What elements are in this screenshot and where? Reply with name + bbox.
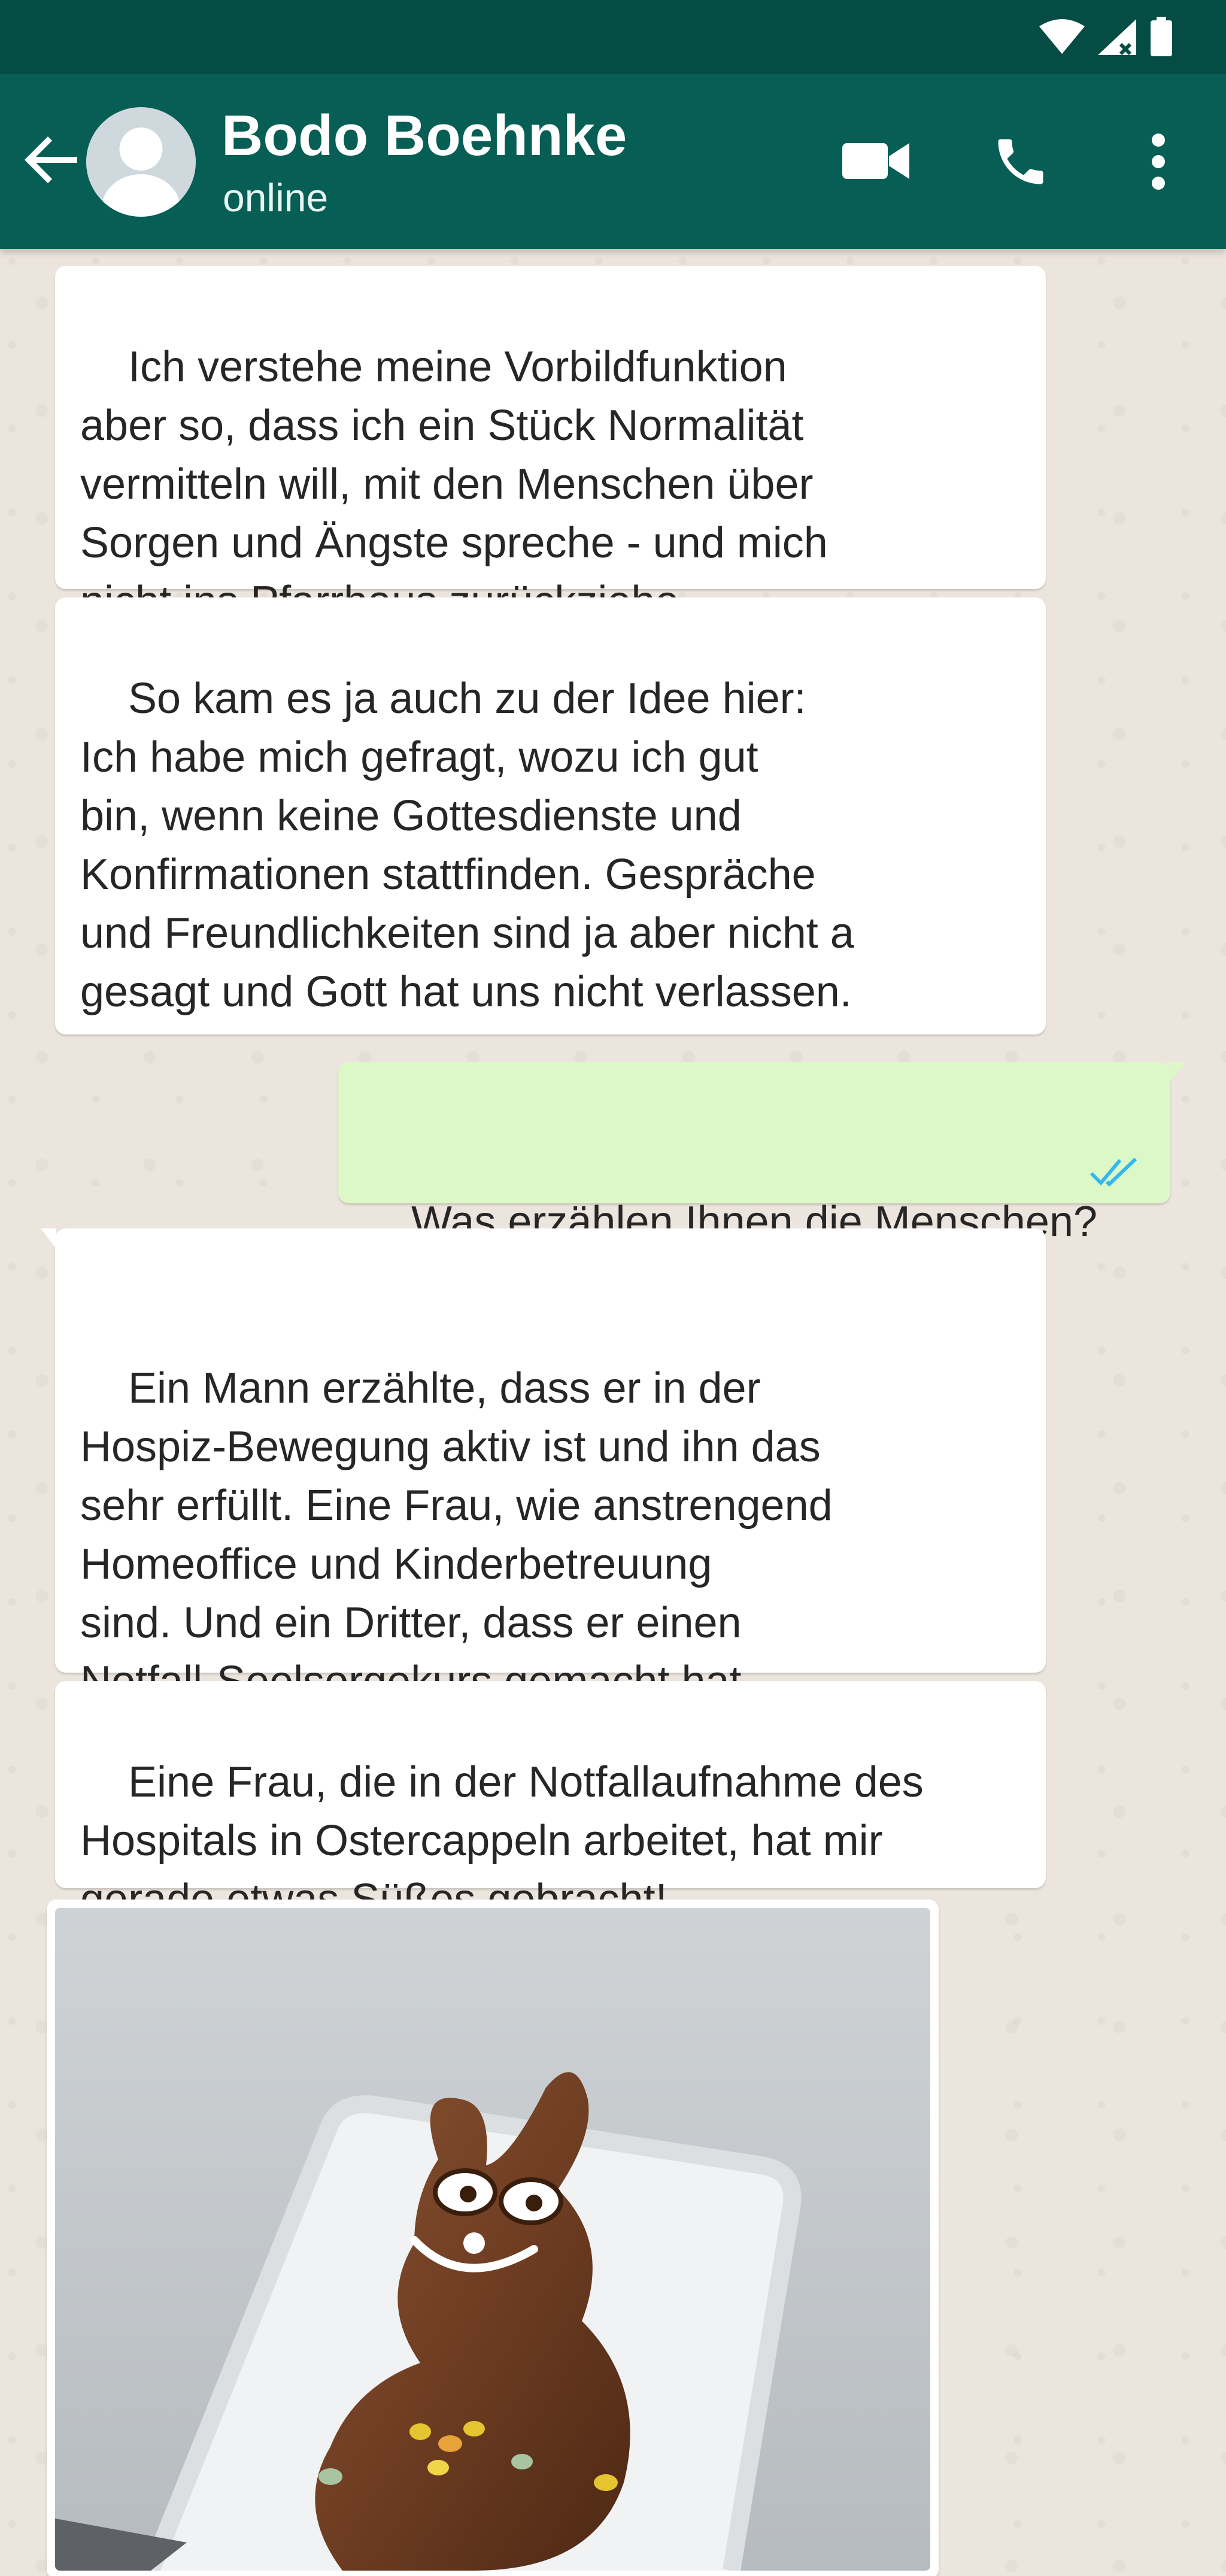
battery-icon bbox=[1151, 17, 1172, 56]
chocolate-bunny-photo[interactable] bbox=[55, 1908, 930, 2571]
back-button[interactable] bbox=[18, 127, 84, 193]
signal-icon bbox=[1098, 19, 1136, 56]
more-vertical-icon bbox=[1152, 133, 1165, 190]
message-text: So kam es ja auch zu der Idee hier: Ich … bbox=[80, 675, 854, 1016]
image-message-bubble[interactable] bbox=[47, 1900, 939, 2576]
message-bubble[interactable]: Eine Frau, die in der Notfallaufnahme de… bbox=[55, 1681, 1046, 1923]
chat-header: Bodo Boehnke online bbox=[0, 74, 1226, 249]
status-icons bbox=[1038, 17, 1173, 57]
voice-call-button[interactable] bbox=[982, 126, 1060, 198]
avatar[interactable] bbox=[86, 107, 196, 217]
phone-icon bbox=[998, 139, 1043, 184]
video-call-button[interactable] bbox=[834, 128, 918, 194]
message-bubble-outgoing[interactable]: Was erzählen Ihnen die Menschen? bbox=[338, 1062, 1186, 1246]
message-text: Eine Frau, die in der Notfallaufnahme de… bbox=[80, 1758, 924, 1923]
message-bubble[interactable]: Ich verstehe meine Vorbildfunktion aber … bbox=[55, 266, 1046, 626]
contact-status: online bbox=[223, 175, 329, 220]
chat-area[interactable]: Ich verstehe meine Vorbildfunktion aber … bbox=[0, 249, 1226, 2576]
default-avatar-icon bbox=[86, 107, 196, 217]
double-check-icon bbox=[1090, 1157, 1137, 1187]
bubble-tail bbox=[1169, 1062, 1186, 1082]
contact-name[interactable]: Bodo Boehnke bbox=[221, 103, 627, 169]
video-call-icon bbox=[842, 143, 909, 179]
more-options-button[interactable] bbox=[1125, 126, 1191, 198]
message-bubble[interactable]: Ein Mann erzählte, dass er in der Hospiz… bbox=[41, 1228, 1046, 1764]
message-text: Ich verstehe meine Vorbildfunktion aber … bbox=[80, 343, 828, 626]
bubble-tail bbox=[41, 1228, 56, 1249]
message-bubble[interactable]: So kam es ja auch zu der Idee hier: Ich … bbox=[55, 597, 1046, 1034]
arrow-left-icon bbox=[24, 136, 77, 184]
wifi-icon bbox=[1039, 19, 1085, 54]
status-bar bbox=[0, 0, 1226, 74]
